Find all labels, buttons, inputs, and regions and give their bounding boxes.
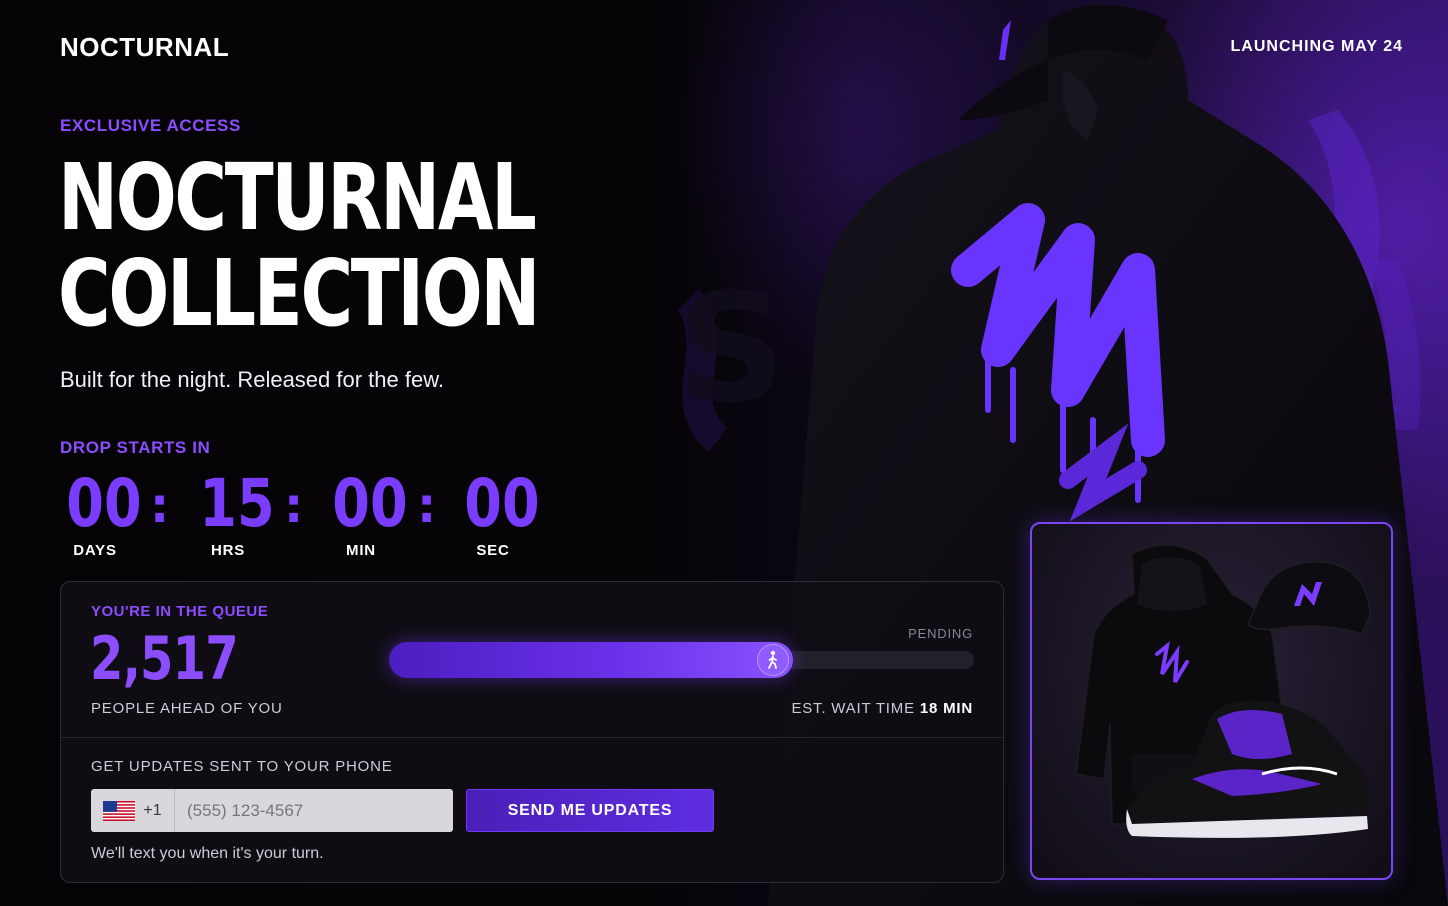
title-line-2: COLLECTION bbox=[58, 240, 540, 347]
phone-number-input[interactable] bbox=[175, 789, 453, 832]
countdown-days-value: 00 bbox=[66, 465, 142, 542]
walking-person-icon bbox=[757, 644, 789, 676]
title-line-1: NOCTURNAL bbox=[58, 144, 537, 251]
page-title: NOCTURNAL COLLECTION bbox=[58, 144, 540, 347]
phone-updates-label: GET UPDATES SENT TO YOUR PHONE bbox=[91, 758, 393, 775]
progress-fill bbox=[389, 642, 793, 678]
countdown-days: 00 DAYS bbox=[60, 465, 142, 560]
product-preview-card[interactable] bbox=[1030, 522, 1393, 880]
tagline: Built for the night. Released for the fe… bbox=[60, 367, 445, 392]
estimated-wait: EST. WAIT TIME 18 MIN bbox=[791, 700, 973, 717]
countdown-label: DROP STARTS IN bbox=[60, 438, 211, 457]
countdown-separator: : bbox=[284, 478, 304, 534]
countdown-timer: 00 DAYS : 15 HRS : 00 MIN : 00 SEC bbox=[60, 468, 540, 568]
countdown-minutes-label: MIN bbox=[346, 542, 376, 559]
countdown-hours-value: 15 bbox=[199, 465, 275, 542]
brand-logo[interactable]: NOCTURNAL bbox=[60, 32, 229, 63]
countdown-minutes: 00 MIN bbox=[326, 465, 408, 560]
eyebrow-label: EXCLUSIVE ACCESS bbox=[60, 116, 241, 135]
queue-card: YOU'RE IN THE QUEUE 2,517 PEOPLE AHEAD O… bbox=[60, 581, 1004, 883]
countdown-seconds-value: 00 bbox=[464, 465, 540, 542]
countdown-seconds: 00 SEC bbox=[458, 465, 540, 560]
product-bundle-image bbox=[1075, 544, 1371, 838]
countdown-seconds-label: SEC bbox=[476, 542, 510, 559]
estimated-wait-value: 18 MIN bbox=[919, 700, 973, 717]
phone-updates-note: We'll text you when it's your turn. bbox=[91, 845, 324, 862]
us-flag-icon bbox=[103, 800, 136, 821]
countdown-hours-label: HRS bbox=[210, 542, 246, 559]
queue-status-badge: PENDING bbox=[908, 626, 973, 641]
queue-position-label: PEOPLE AHEAD OF YOU bbox=[91, 700, 283, 717]
launch-date: LAUNCHING MAY 24 bbox=[1230, 38, 1403, 55]
queue-title: YOU'RE IN THE QUEUE bbox=[91, 603, 269, 620]
queue-progress-bar bbox=[389, 642, 974, 678]
country-code-select[interactable]: +1 bbox=[91, 789, 175, 832]
countdown-minutes-value: 00 bbox=[332, 465, 408, 542]
send-updates-button[interactable]: SEND ME UPDATES bbox=[466, 789, 714, 832]
estimated-wait-label: EST. WAIT TIME bbox=[791, 700, 915, 717]
card-divider bbox=[61, 737, 1003, 738]
svg-text:S: S bbox=[678, 262, 786, 436]
country-code-value: +1 bbox=[143, 801, 162, 819]
countdown-separator: : bbox=[150, 478, 170, 534]
queue-position-count: 2,517 bbox=[90, 624, 239, 694]
phone-field: +1 bbox=[91, 789, 453, 832]
countdown-separator: : bbox=[417, 478, 437, 534]
countdown-hours: 15 HRS bbox=[193, 465, 275, 560]
countdown-days-label: DAYS bbox=[73, 542, 117, 559]
cap-image bbox=[1247, 561, 1371, 635]
